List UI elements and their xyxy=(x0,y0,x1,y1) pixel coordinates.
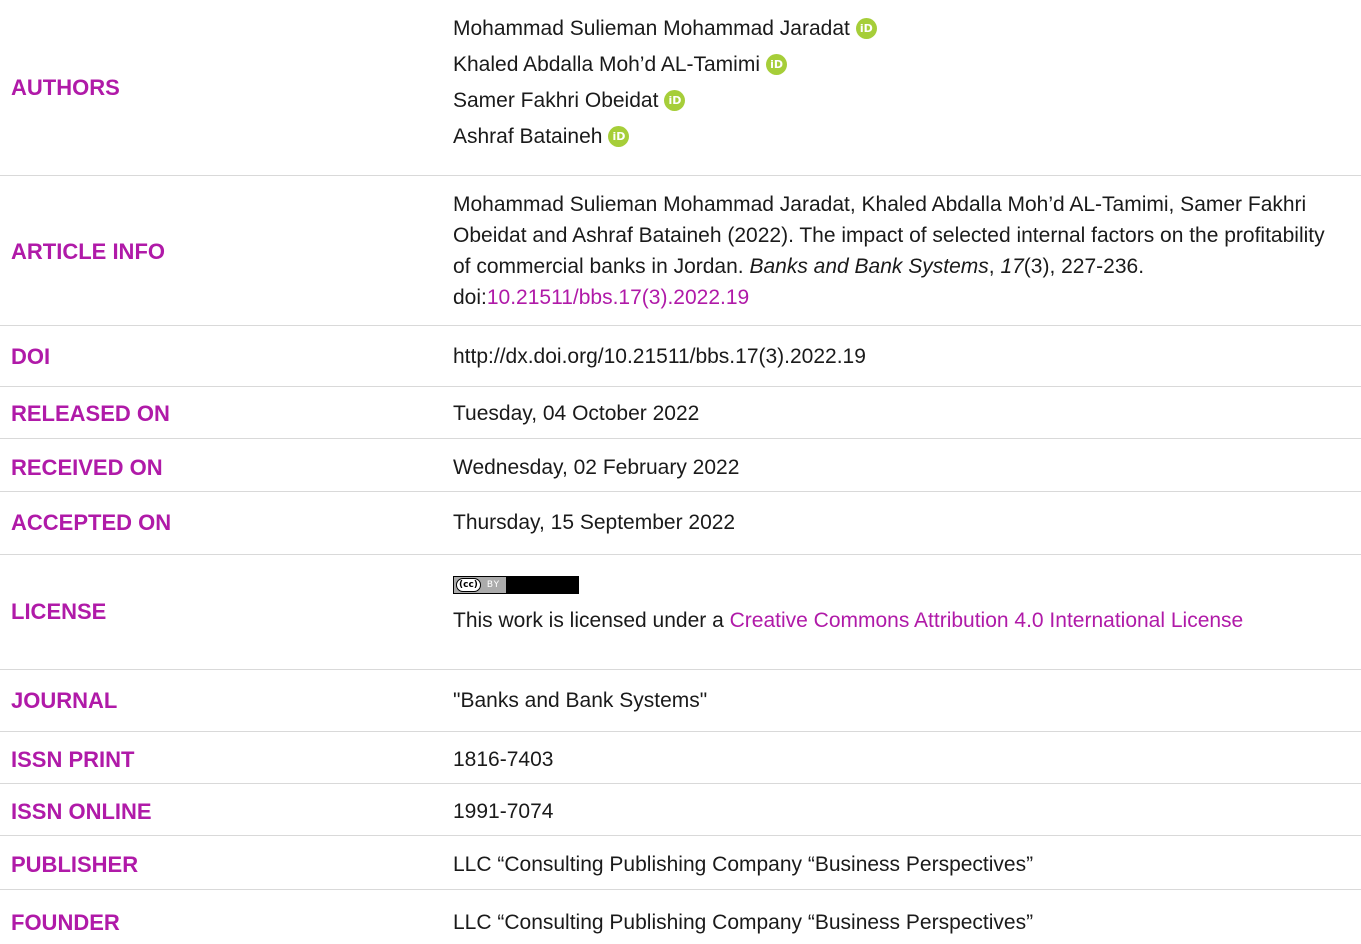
journal-value: "Banks and Bank Systems" xyxy=(453,689,708,712)
orcid-icon[interactable]: iD xyxy=(608,125,630,147)
author-name[interactable]: Khaled Abdalla Moh’d AL-Tamimi xyxy=(453,49,760,80)
license-link[interactable]: Creative Commons Attribution 4.0 Interna… xyxy=(730,609,1244,632)
received-on-value: Wednesday, 02 February 2022 xyxy=(453,456,740,479)
author-item: Khaled Abdalla Moh’d AL-Tamimi iD xyxy=(453,46,1331,82)
author-name[interactable]: Samer Fakhri Obeidat xyxy=(453,85,658,116)
citation-journal: Banks and Bank Systems xyxy=(749,255,989,278)
row-journal: JOURNAL "Banks and Bank Systems" xyxy=(0,670,1361,732)
label-license: LICENSE xyxy=(11,599,107,624)
cc-by-text: BY xyxy=(486,579,501,590)
label-issn-print: ISSN PRINT xyxy=(11,747,135,772)
orcid-icon[interactable]: iD xyxy=(766,53,788,75)
author-item: Samer Fakhri Obeidat iD xyxy=(453,82,1331,118)
label-doi: DOI xyxy=(11,344,51,369)
orcid-icon[interactable]: iD xyxy=(855,17,877,39)
citation-doi-link[interactable]: 10.21511/bbs.17(3).2022.19 xyxy=(487,286,749,309)
article-citation: Mohammad Sulieman Mohammad Jaradat, Khal… xyxy=(453,189,1331,313)
label-article-info: ARTICLE INFO xyxy=(11,239,165,264)
row-released-on: RELEASED ON Tuesday, 04 October 2022 xyxy=(0,387,1361,439)
row-issn-online: ISSN ONLINE 1991-7074 xyxy=(0,784,1361,836)
orcid-icon[interactable]: iD xyxy=(664,89,686,111)
citation-volume: 17 xyxy=(1000,255,1024,278)
label-released-on: RELEASED ON xyxy=(11,401,170,426)
license-text-block: This work is licensed under a Creative C… xyxy=(453,605,1331,636)
author-item: Ashraf Bataineh iD xyxy=(453,118,1331,154)
author-name[interactable]: Mohammad Sulieman Mohammad Jaradat xyxy=(453,13,850,44)
publisher-value: LLC “Consulting Publishing Company “Busi… xyxy=(453,853,1034,876)
label-publisher: PUBLISHER xyxy=(11,852,139,877)
author-item: Mohammad Sulieman Mohammad Jaradat iD xyxy=(453,10,1331,46)
label-founder: FOUNDER xyxy=(11,910,120,935)
authors-list: Mohammad Sulieman Mohammad Jaradat iD Kh… xyxy=(453,10,1331,154)
row-founder: FOUNDER LLC “Consulting Publishing Compa… xyxy=(0,890,1361,944)
row-doi: DOI http://dx.doi.org/10.21511/bbs.17(3)… xyxy=(0,326,1361,387)
author-name[interactable]: Ashraf Bataineh xyxy=(453,121,602,152)
label-accepted-on: ACCEPTED ON xyxy=(11,510,172,535)
license-text: This work is licensed under a xyxy=(453,609,730,632)
row-authors: AUTHORS Mohammad Sulieman Mohammad Jarad… xyxy=(0,0,1361,176)
citation-sep: , xyxy=(988,255,1001,278)
founder-value: LLC “Consulting Publishing Company “Busi… xyxy=(453,911,1034,934)
accepted-on-value: Thursday, 15 September 2022 xyxy=(453,511,736,534)
row-article-info: ARTICLE INFO Mohammad Sulieman Mohammad … xyxy=(0,176,1361,326)
row-license: LICENSE (cc) BY This work is licensed un… xyxy=(0,555,1361,670)
doi-value: http://dx.doi.org/10.21511/bbs.17(3).202… xyxy=(453,345,866,368)
label-issn-online: ISSN ONLINE xyxy=(11,799,152,824)
label-journal: JOURNAL xyxy=(11,688,118,713)
cc-circle: (cc) xyxy=(456,578,481,592)
cc-by-badge[interactable]: (cc) BY xyxy=(453,576,579,594)
row-received-on: RECEIVED ON Wednesday, 02 February 2022 xyxy=(0,439,1361,492)
row-issn-print: ISSN PRINT 1816-7403 xyxy=(0,732,1361,784)
released-on-value: Tuesday, 04 October 2022 xyxy=(453,402,700,425)
row-accepted-on: ACCEPTED ON Thursday, 15 September 2022 xyxy=(0,492,1361,555)
cc-logo-icon: (cc) BY xyxy=(454,577,506,593)
license-value: (cc) BY This work is licensed under a Cr… xyxy=(453,565,1331,636)
issn-online-value: 1991-7074 xyxy=(453,800,554,823)
row-publisher: PUBLISHER LLC “Consulting Publishing Com… xyxy=(0,836,1361,890)
issn-print-value: 1816-7403 xyxy=(453,748,554,771)
label-received-on: RECEIVED ON xyxy=(11,455,163,480)
label-authors: AUTHORS xyxy=(11,75,120,100)
